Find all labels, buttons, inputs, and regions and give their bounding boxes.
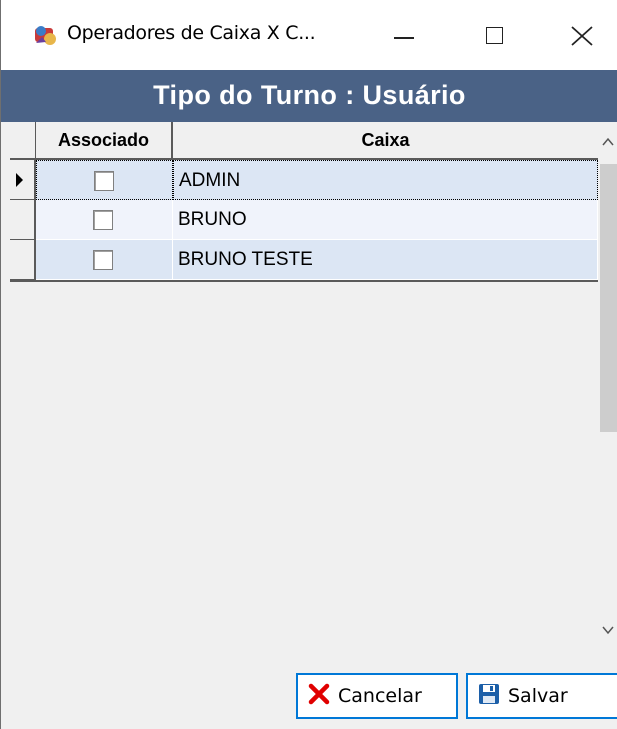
vertical-scrollbar[interactable] — [598, 122, 617, 650]
associado-cell[interactable] — [36, 240, 173, 280]
caixa-cell[interactable]: BRUNO TESTE — [173, 240, 598, 280]
grid-bottom-border — [10, 280, 598, 282]
table-row[interactable]: BRUNO TESTE — [10, 240, 598, 280]
associado-cell[interactable] — [36, 200, 173, 240]
cancel-label: Cancelar — [338, 685, 422, 707]
row-indicator-header — [10, 122, 36, 160]
scroll-up-icon[interactable] — [598, 122, 617, 162]
column-header-caixa[interactable]: Caixa — [173, 122, 598, 160]
save-button[interactable]: Salvar — [466, 673, 617, 719]
row-indicator[interactable] — [10, 240, 36, 280]
scroll-down-icon[interactable] — [598, 610, 617, 650]
title-bar[interactable]: Operadores de Caixa X C... — [1, 0, 617, 70]
save-label: Salvar — [508, 685, 568, 707]
cancel-x-icon — [308, 683, 330, 710]
associado-checkbox[interactable] — [93, 250, 113, 270]
operators-grid[interactable]: Associado Caixa ADMIN BRUNO BRUNO TESTE — [10, 122, 598, 650]
caixa-cell[interactable]: BRUNO — [173, 200, 598, 240]
floppy-disk-icon — [478, 683, 500, 710]
current-row-arrow-icon — [16, 173, 23, 187]
button-bar: Cancelar Salvar — [1, 650, 617, 729]
maximize-icon[interactable] — [453, 0, 533, 70]
page-title: Tipo do Turno : Usuário — [153, 80, 466, 110]
row-indicator[interactable] — [10, 200, 36, 240]
scroll-thumb[interactable] — [600, 164, 617, 432]
column-header-associado[interactable]: Associado — [36, 122, 173, 160]
window-title: Operadores de Caixa X C... — [67, 22, 316, 44]
cancel-button[interactable]: Cancelar — [296, 673, 458, 719]
dialog-window: Operadores de Caixa X C... Tipo do Turno… — [0, 0, 617, 729]
page-header: Tipo do Turno : Usuário — [1, 70, 617, 122]
minimize-icon[interactable] — [361, 0, 441, 70]
table-row[interactable]: BRUNO — [10, 200, 598, 240]
associado-cell[interactable] — [36, 160, 173, 200]
row-indicator[interactable] — [10, 160, 36, 200]
associado-checkbox[interactable] — [94, 171, 114, 191]
app-icon — [32, 22, 58, 48]
close-icon[interactable] — [545, 0, 617, 70]
associado-checkbox[interactable] — [93, 210, 113, 230]
caixa-cell[interactable]: ADMIN — [173, 160, 598, 200]
table-row[interactable]: ADMIN — [10, 160, 598, 200]
